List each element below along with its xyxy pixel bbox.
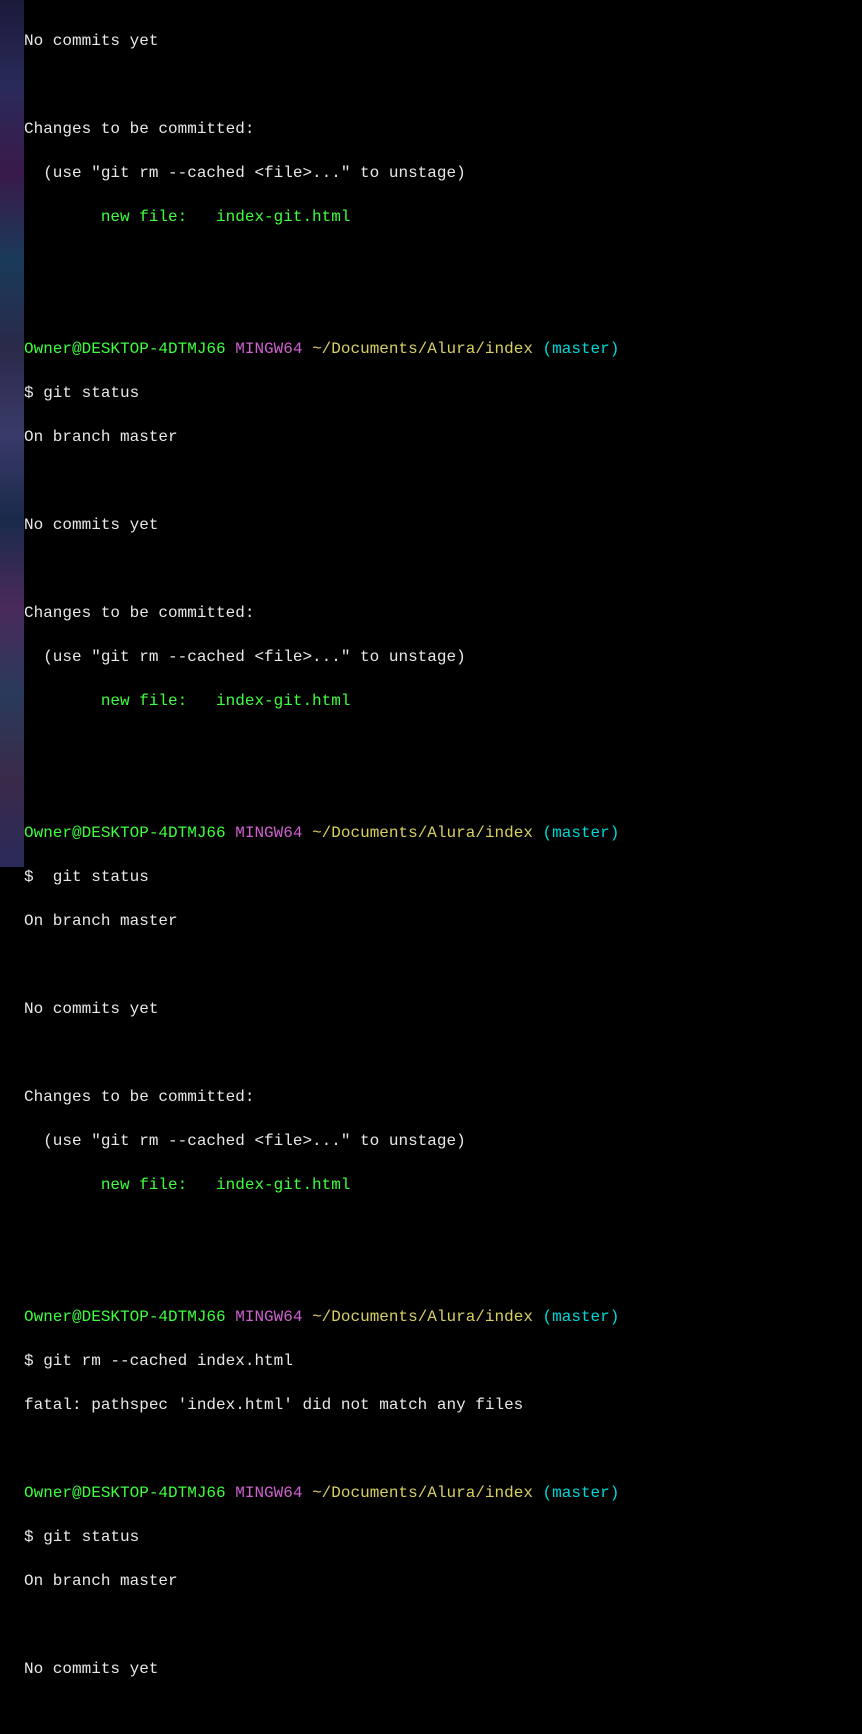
blank-line [24,1262,862,1284]
prompt-mingw: MINGW64 [235,1308,302,1326]
prompt-line: Owner@DESKTOP-4DTMJ66 MINGW64 ~/Document… [24,1482,862,1504]
prompt-branch: (master) [543,1484,620,1502]
changes-header: Changes to be committed: [24,602,862,624]
command-line: $ git rm --cached index.html [24,1350,862,1372]
prompt-user: Owner@DESKTOP-4DTMJ66 [24,340,226,358]
on-branch-text: On branch master [24,1570,862,1592]
prompt-path: ~/Documents/Alura/index [312,340,533,358]
on-branch-text: On branch master [24,910,862,932]
prompt-line: Owner@DESKTOP-4DTMJ66 MINGW64 ~/Document… [24,822,862,844]
blank-line [24,1702,862,1724]
blank-line [24,778,862,800]
blank-line [24,734,862,756]
new-file-line: new file: index-git.html [24,690,862,712]
prompt-user: Owner@DESKTOP-4DTMJ66 [24,1484,226,1502]
prompt-line: Owner@DESKTOP-4DTMJ66 MINGW64 ~/Document… [24,338,862,360]
fatal-error-text: fatal: pathspec 'index.html' did not mat… [24,1394,862,1416]
blank-line [24,1042,862,1064]
prompt-user: Owner@DESKTOP-4DTMJ66 [24,824,226,842]
prompt-path: ~/Documents/Alura/index [312,1484,533,1502]
blank-line [24,558,862,580]
command-line: $ git status [24,866,862,888]
prompt-path: ~/Documents/Alura/index [312,824,533,842]
no-commits-text: No commits yet [24,1658,862,1680]
no-commits-text: No commits yet [24,30,862,52]
command-line: $ git status [24,1526,862,1548]
blank-line [24,74,862,96]
prompt-branch: (master) [543,824,620,842]
blank-line [24,1438,862,1460]
prompt-path: ~/Documents/Alura/index [312,1308,533,1326]
prompt-line: Owner@DESKTOP-4DTMJ66 MINGW64 ~/Document… [24,1306,862,1328]
no-commits-text: No commits yet [24,514,862,536]
blank-line [24,294,862,316]
blank-line [24,470,862,492]
unstage-hint: (use "git rm --cached <file>..." to unst… [24,162,862,184]
blank-line [24,1614,862,1636]
prompt-user: Owner@DESKTOP-4DTMJ66 [24,1308,226,1326]
prompt-mingw: MINGW64 [235,340,302,358]
new-file-line: new file: index-git.html [24,206,862,228]
prompt-branch: (master) [543,340,620,358]
blank-line [24,1218,862,1240]
desktop-edge-strip [0,0,24,867]
command-line: $ git status [24,382,862,404]
prompt-branch: (master) [543,1308,620,1326]
unstage-hint: (use "git rm --cached <file>..." to unst… [24,646,862,668]
no-commits-text: No commits yet [24,998,862,1020]
blank-line [24,954,862,976]
changes-header: Changes to be committed: [24,1086,862,1108]
unstage-hint: (use "git rm --cached <file>..." to unst… [24,1130,862,1152]
prompt-mingw: MINGW64 [235,1484,302,1502]
blank-line [24,250,862,272]
new-file-line: new file: index-git.html [24,1174,862,1196]
on-branch-text: On branch master [24,426,862,448]
changes-header: Changes to be committed: [24,118,862,140]
terminal-output[interactable]: No commits yet Changes to be committed: … [24,8,862,1734]
prompt-mingw: MINGW64 [235,824,302,842]
